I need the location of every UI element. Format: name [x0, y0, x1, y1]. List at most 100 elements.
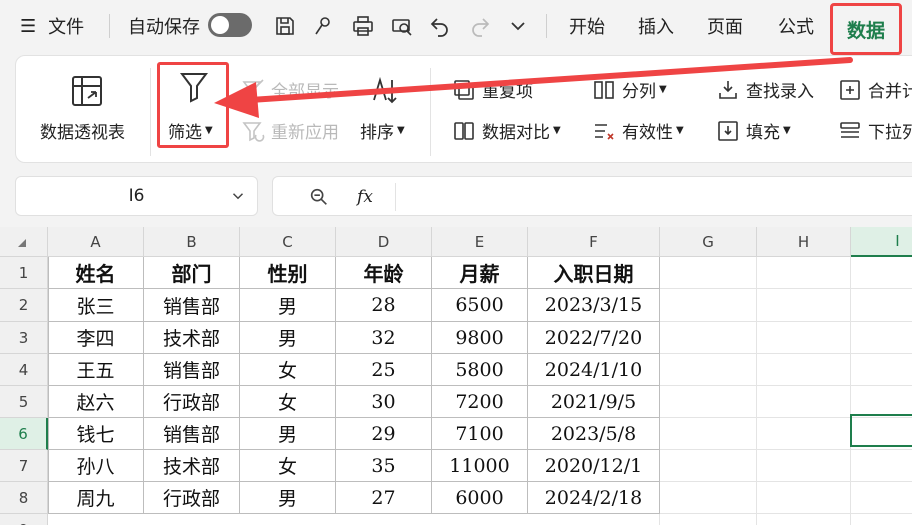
compare-button[interactable]: 数据对比 ▼ — [452, 118, 561, 143]
row-header-9[interactable]: 9 — [0, 514, 48, 525]
row-header-2[interactable]: 2 — [0, 289, 48, 322]
column-header-a[interactable]: A — [48, 227, 144, 257]
undo-icon[interactable] — [425, 11, 455, 41]
merge-calc-button[interactable]: 合并计 — [838, 77, 912, 102]
zoom-search-icon[interactable] — [307, 185, 331, 209]
table-cell[interactable]: 周九 — [48, 482, 144, 514]
table-cell[interactable]: 男 — [240, 418, 336, 450]
table-cell[interactable]: 女 — [240, 450, 336, 482]
redo-icon[interactable] — [465, 11, 495, 41]
table-cell[interactable]: 27 — [336, 482, 432, 514]
table-cell[interactable]: 7200 — [432, 386, 528, 418]
table-cell[interactable]: 2024/1/10 — [528, 354, 660, 386]
table-cell[interactable]: 2021/9/5 — [528, 386, 660, 418]
table-header-cell[interactable]: 性别 — [240, 257, 336, 289]
chevron-down-icon[interactable] — [229, 187, 247, 205]
table-cell[interactable]: 女 — [240, 354, 336, 386]
table-cell[interactable]: 2024/2/18 — [528, 482, 660, 514]
table-cell[interactable]: 销售部 — [144, 354, 240, 386]
tab-home[interactable]: 开始 — [569, 0, 605, 52]
table-cell[interactable]: 男 — [240, 289, 336, 322]
column-header-b[interactable]: B — [144, 227, 240, 257]
tab-formula[interactable]: 公式 — [778, 0, 814, 52]
table-cell[interactable]: 25 — [336, 354, 432, 386]
column-header-h[interactable]: H — [757, 227, 851, 257]
reapply-button[interactable]: 重新应用 — [241, 118, 339, 143]
row-header-6[interactable]: 6 — [0, 418, 48, 450]
column-header-g[interactable]: G — [660, 227, 757, 257]
table-cell[interactable]: 9800 — [432, 322, 528, 354]
fill-button[interactable]: 填充 ▼ — [716, 118, 791, 143]
table-cell[interactable]: 孙八 — [48, 450, 144, 482]
name-box[interactable]: I6 — [15, 176, 258, 216]
chevron-down-icon[interactable] — [503, 11, 533, 41]
pivot-table-button[interactable]: 数据透视表 — [30, 70, 142, 150]
table-cell[interactable]: 2022/7/20 — [528, 322, 660, 354]
duplicates-button[interactable]: 重复项 — [452, 77, 533, 102]
table-cell[interactable]: 张三 — [48, 289, 144, 322]
save-icon[interactable] — [270, 11, 300, 41]
autosave-toggle[interactable] — [208, 13, 252, 37]
lookup-entry-button[interactable]: 查找录入 — [716, 77, 814, 102]
table-cell[interactable]: 钱七 — [48, 418, 144, 450]
table-cell[interactable]: 6000 — [432, 482, 528, 514]
table-cell[interactable]: 11000 — [432, 450, 528, 482]
sort-button[interactable]: 排序 ▼ — [356, 70, 416, 150]
table-header-cell[interactable]: 部门 — [144, 257, 240, 289]
table-cell[interactable]: 6500 — [432, 289, 528, 322]
formula-bar[interactable]: fx — [272, 176, 912, 216]
column-header-i[interactable]: I — [851, 227, 912, 257]
table-cell[interactable]: 29 — [336, 418, 432, 450]
table-cell[interactable]: 王五 — [48, 354, 144, 386]
table-cell[interactable]: 30 — [336, 386, 432, 418]
table-cell[interactable]: 2020/12/1 — [528, 450, 660, 482]
print-icon[interactable] — [348, 11, 378, 41]
table-cell[interactable]: 男 — [240, 322, 336, 354]
column-header-e[interactable]: E — [432, 227, 528, 257]
table-header-cell[interactable]: 年龄 — [336, 257, 432, 289]
table-cell[interactable]: 32 — [336, 322, 432, 354]
column-header-f[interactable]: F — [528, 227, 660, 257]
table-cell[interactable]: 行政部 — [144, 482, 240, 514]
table-cell[interactable]: 7100 — [432, 418, 528, 450]
table-cell[interactable]: 技术部 — [144, 450, 240, 482]
table-cell[interactable]: 销售部 — [144, 289, 240, 322]
column-header-c[interactable]: C — [240, 227, 336, 257]
brush-icon[interactable] — [308, 11, 338, 41]
table-cell[interactable]: 赵六 — [48, 386, 144, 418]
tab-data[interactable]: 数据 — [830, 3, 902, 55]
table-cell[interactable]: 技术部 — [144, 322, 240, 354]
table-cell[interactable]: 男 — [240, 482, 336, 514]
table-header-cell[interactable]: 入职日期 — [528, 257, 660, 289]
table-cell[interactable]: 2023/3/15 — [528, 289, 660, 322]
table-cell[interactable]: 李四 — [48, 322, 144, 354]
table-cell[interactable]: 行政部 — [144, 386, 240, 418]
file-menu[interactable]: ☰ 文件 — [20, 0, 84, 52]
dropdown-list-button[interactable]: 下拉列 — [838, 118, 912, 143]
table-header-cell[interactable]: 月薪 — [432, 257, 528, 289]
table-cell[interactable]: 女 — [240, 386, 336, 418]
split-column-button[interactable]: 分列 ▼ — [592, 77, 667, 102]
validity-button[interactable]: 有效性 ▼ — [592, 118, 684, 143]
select-all-corner[interactable] — [0, 227, 48, 257]
row-header-1[interactable]: 1 — [0, 257, 48, 289]
row-header-3[interactable]: 3 — [0, 322, 48, 354]
table-header-cell[interactable]: 姓名 — [48, 257, 144, 289]
spreadsheet-grid[interactable]: ABCDEFGHI123456789姓名部门性别年龄月薪入职日期张三销售部男28… — [0, 227, 912, 525]
table-cell[interactable]: 35 — [336, 450, 432, 482]
row-header-8[interactable]: 8 — [0, 482, 48, 514]
print-preview-icon[interactable] — [387, 11, 417, 41]
insert-function-button[interactable]: fx — [353, 185, 377, 209]
table-cell[interactable]: 销售部 — [144, 418, 240, 450]
show-all-button[interactable]: 全部显示 — [241, 77, 339, 102]
tab-page[interactable]: 页面 — [707, 0, 743, 52]
active-cell-selection[interactable] — [850, 414, 912, 447]
table-cell[interactable]: 28 — [336, 289, 432, 322]
row-header-5[interactable]: 5 — [0, 386, 48, 418]
table-cell[interactable]: 5800 — [432, 354, 528, 386]
column-header-d[interactable]: D — [336, 227, 432, 257]
row-header-4[interactable]: 4 — [0, 354, 48, 386]
row-header-7[interactable]: 7 — [0, 450, 48, 482]
tab-insert[interactable]: 插入 — [638, 0, 674, 52]
table-cell[interactable]: 2023/5/8 — [528, 418, 660, 450]
